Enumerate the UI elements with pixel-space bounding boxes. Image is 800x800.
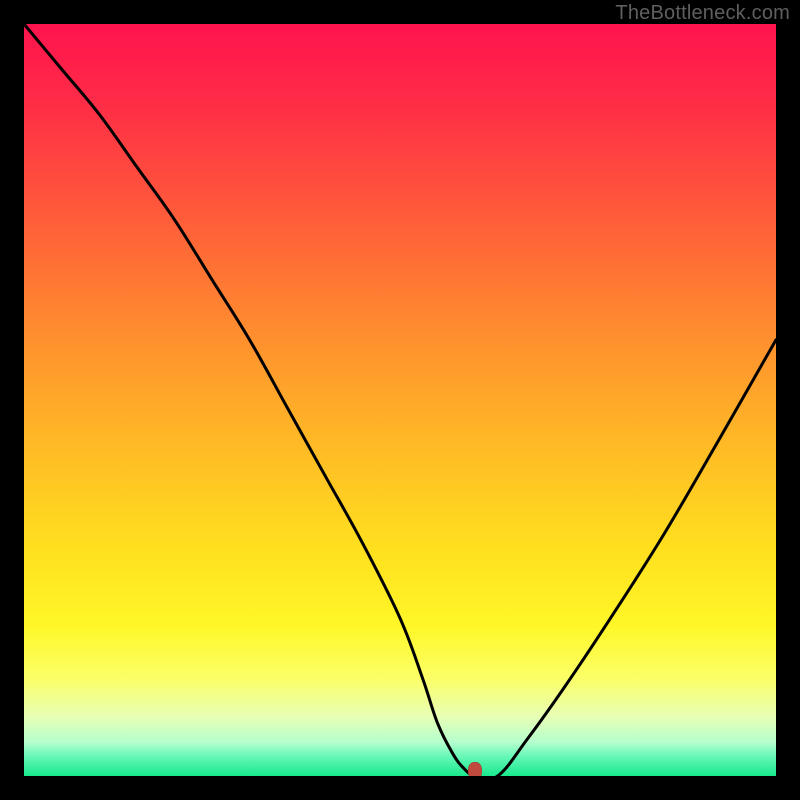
chart-frame: TheBottleneck.com — [0, 0, 800, 800]
gradient-backdrop — [24, 24, 776, 776]
plot-area — [24, 24, 776, 776]
chart-svg — [24, 24, 776, 776]
watermark-text: TheBottleneck.com — [615, 2, 790, 25]
optimal-point-marker — [468, 762, 482, 776]
